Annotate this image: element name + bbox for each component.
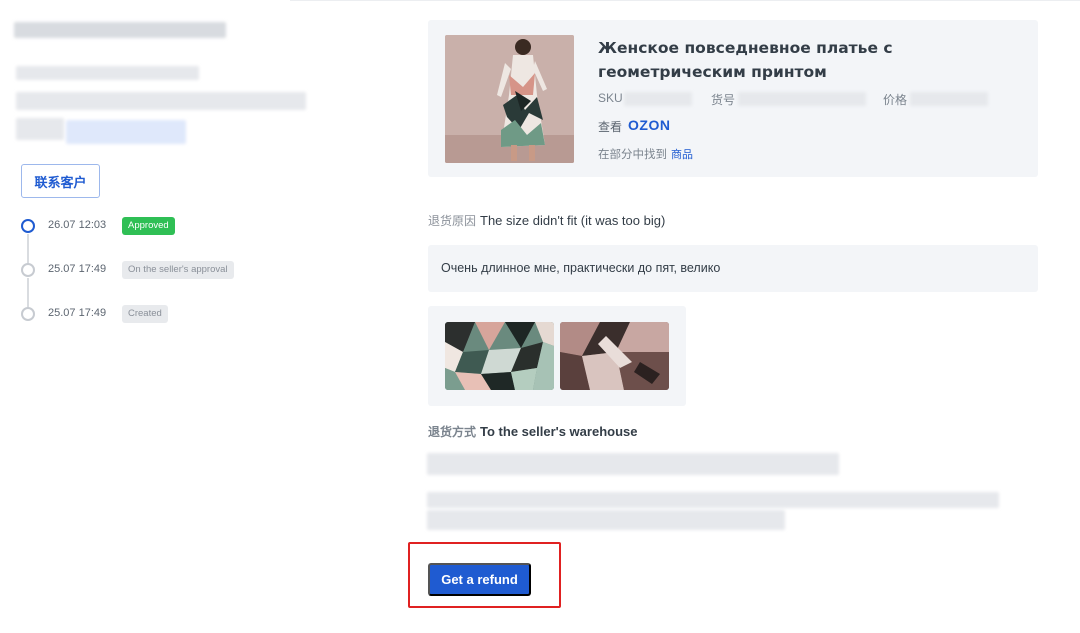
blurred-price-value <box>910 92 988 106</box>
blurred-order-title <box>14 22 226 38</box>
customer-comment-box: Очень длинное мне, практически до пят, в… <box>428 245 1038 292</box>
view-label: 查看 <box>598 120 623 134</box>
blurred-sku-value <box>624 92 692 106</box>
view-on-ozon-row[interactable]: 查看 OZON <box>598 117 670 136</box>
get-refund-button[interactable]: Get a refund <box>428 563 531 596</box>
find-label: 在部分中找到 <box>598 147 667 161</box>
timeline-dot-active-icon <box>21 219 35 233</box>
timeline-item: 26.07 12:03 Approved <box>21 217 281 238</box>
return-reason-label: 退货原因 <box>428 214 477 228</box>
timeline-connector <box>27 278 29 308</box>
product-card: Женское повседневное платье с геометриче… <box>428 20 1038 177</box>
status-badge: On the seller's approval <box>122 261 234 279</box>
return-method-label: 退货方式 <box>428 425 477 439</box>
timeline-item: 25.07 17:49 On the seller's approval <box>21 261 281 282</box>
return-reason-value: The size didn't fit (it was too big) <box>480 213 666 228</box>
return-photos <box>428 306 686 406</box>
return-photo[interactable] <box>445 322 554 390</box>
blurred-order-link <box>66 120 186 144</box>
customer-comment: Очень длинное мне, практически до пят, в… <box>441 261 721 275</box>
timeline-time: 25.07 17:49 <box>48 263 107 275</box>
blurred-address-line <box>427 492 999 508</box>
product-title[interactable]: Женское повседневное платье с геометриче… <box>598 36 1018 84</box>
product-image[interactable] <box>445 35 574 163</box>
timeline-item: 25.07 17:49 Created <box>21 305 281 326</box>
top-divider <box>290 0 1080 1</box>
timeline-time: 26.07 12:03 <box>48 219 107 231</box>
status-badge: Created <box>122 305 168 323</box>
blurred-address-line <box>427 453 839 475</box>
article-label: 货号 <box>711 93 736 107</box>
status-badge: Approved <box>122 217 175 235</box>
blurred-address-line <box>427 510 785 530</box>
product-meta-row: SKU 货号 价格 <box>598 91 1028 107</box>
contact-customer-button[interactable]: 联系客户 <box>21 164 100 198</box>
return-method-row: 退货方式 To the seller's warehouse <box>428 423 637 440</box>
find-products-link[interactable]: 商品 <box>671 148 693 161</box>
ozon-logo[interactable]: OZON <box>628 117 670 133</box>
find-in-section-row: 在部分中找到 商品 <box>598 146 693 162</box>
return-reason-row: 退货原因 The size didn't fit (it was too big) <box>428 212 665 229</box>
sku-label: SKU <box>598 91 623 105</box>
blurred-order-info-line <box>16 118 64 140</box>
return-method-value: To the seller's warehouse <box>480 424 638 439</box>
timeline-time: 25.07 17:49 <box>48 307 107 319</box>
price-label: 价格 <box>883 93 908 107</box>
return-photo[interactable] <box>560 322 669 390</box>
blurred-order-subtitle <box>16 66 199 80</box>
blurred-article-value <box>738 92 866 106</box>
blurred-order-info-line <box>16 92 306 110</box>
timeline-dot-icon <box>21 307 35 321</box>
timeline-dot-icon <box>21 263 35 277</box>
